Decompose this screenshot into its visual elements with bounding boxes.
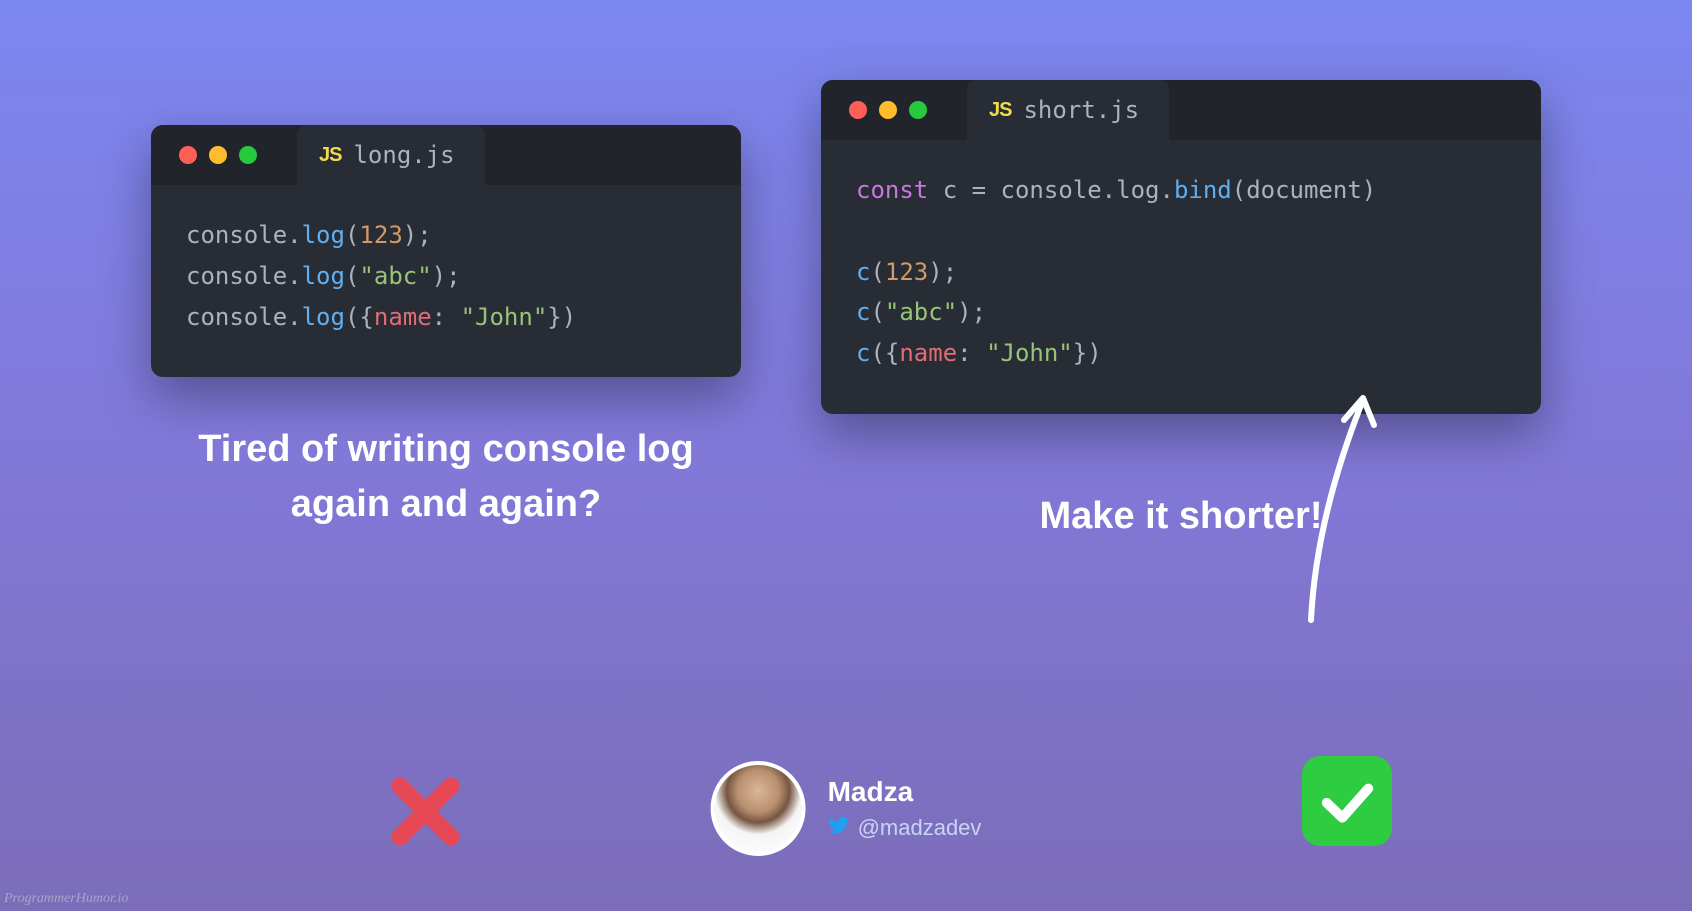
watermark: ProgrammerHumor.io [4,891,128,907]
code-editor-left: JS long.js console.log(123); console.log… [151,125,741,377]
cross-icon [380,766,470,856]
filename-label: short.js [1023,96,1139,124]
close-icon [849,101,867,119]
right-column: JS short.js const c = console.log.bind(d… [821,80,1541,544]
left-caption: Tired of writing console log again and a… [198,422,693,532]
author-handle: @madzadev [828,814,982,842]
code-content-right: const c = console.log.bind(document) c(1… [821,140,1541,414]
code-editor-right: JS short.js const c = console.log.bind(d… [821,80,1541,414]
twitter-icon [828,814,850,842]
avatar [711,761,806,856]
editor-titlebar: JS long.js [151,125,741,185]
minimize-icon [209,146,227,164]
maximize-icon [239,146,257,164]
window-controls [821,101,927,119]
close-icon [179,146,197,164]
window-controls [151,146,257,164]
author-name: Madza [828,776,982,808]
handle-text: @madzadev [858,815,982,841]
author-block: Madza @madzadev [711,761,982,856]
right-caption: Make it shorter! [1040,489,1323,544]
editor-titlebar: JS short.js [821,80,1541,140]
js-file-icon: JS [319,144,341,167]
code-content-left: console.log(123); console.log("abc"); co… [151,185,741,377]
file-tab: JS long.js [297,125,485,185]
check-icon [1302,756,1392,846]
left-column: JS long.js console.log(123); console.log… [151,80,741,544]
author-text: Madza @madzadev [828,776,982,842]
filename-label: long.js [353,141,454,169]
maximize-icon [909,101,927,119]
minimize-icon [879,101,897,119]
js-file-icon: JS [989,99,1011,122]
file-tab: JS short.js [967,80,1169,140]
